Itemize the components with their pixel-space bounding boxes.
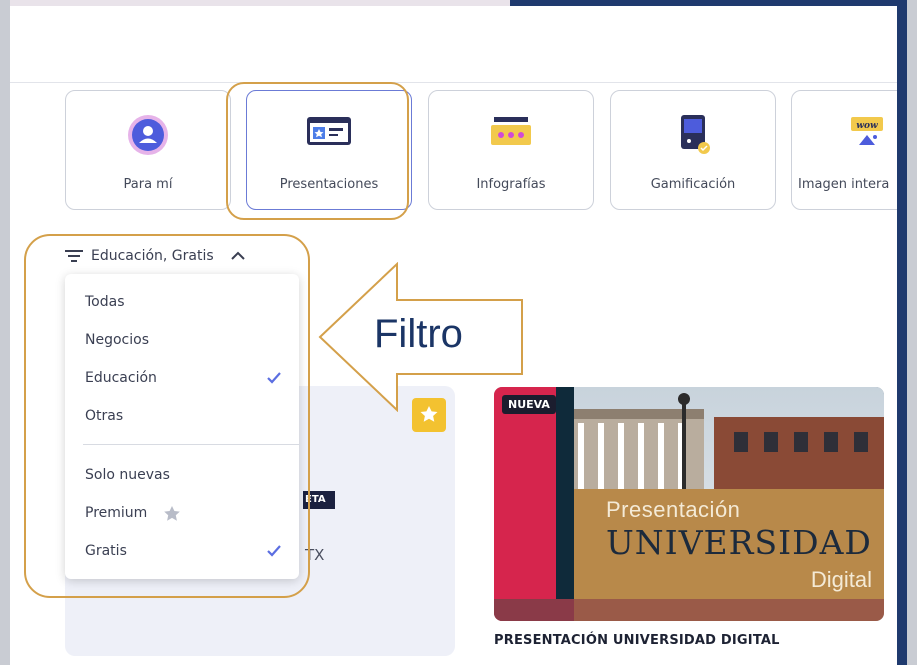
game-console-icon [681, 115, 710, 154]
user-avatar-icon [128, 115, 168, 155]
app-frame: Para mí Presentaciones Infografías Gamif… [10, 0, 907, 665]
category-label: Imagen intera [798, 177, 890, 192]
template-title[interactable]: PRESENTACIÓN UNIVERSIDAD DIGITAL [494, 633, 780, 648]
thumb-line2: UNIVERSIDAD [606, 523, 872, 562]
highlight-presentaciones [226, 82, 409, 220]
category-label: Gamificación [650, 177, 736, 192]
category-imagen-interactiva[interactable]: wow Imagen intera [791, 90, 907, 210]
header-divider [10, 82, 907, 83]
category-label: Infografías [476, 177, 546, 192]
thumb-line1: Presentación [606, 497, 741, 522]
category-para-mi[interactable]: Para mí [65, 90, 231, 210]
svg-text:wow: wow [856, 121, 878, 131]
category-label: Para mí [123, 177, 173, 192]
right-edge-bar [897, 0, 907, 665]
category-infografias[interactable]: Infografías [428, 90, 594, 210]
top-strip-right [510, 0, 907, 6]
callout-label: Filtro [374, 312, 463, 356]
category-gamificacion[interactable]: Gamificación [610, 90, 776, 210]
wow-image-icon: wow [851, 117, 883, 145]
top-strip-left [10, 0, 510, 6]
highlight-filter [24, 234, 310, 598]
template-thumbnail[interactable]: NUEVA Presentación UNIVERSIDAD Digital [494, 387, 884, 621]
thumb-line3: Digital [810, 567, 872, 592]
infographic-icon [491, 117, 531, 145]
